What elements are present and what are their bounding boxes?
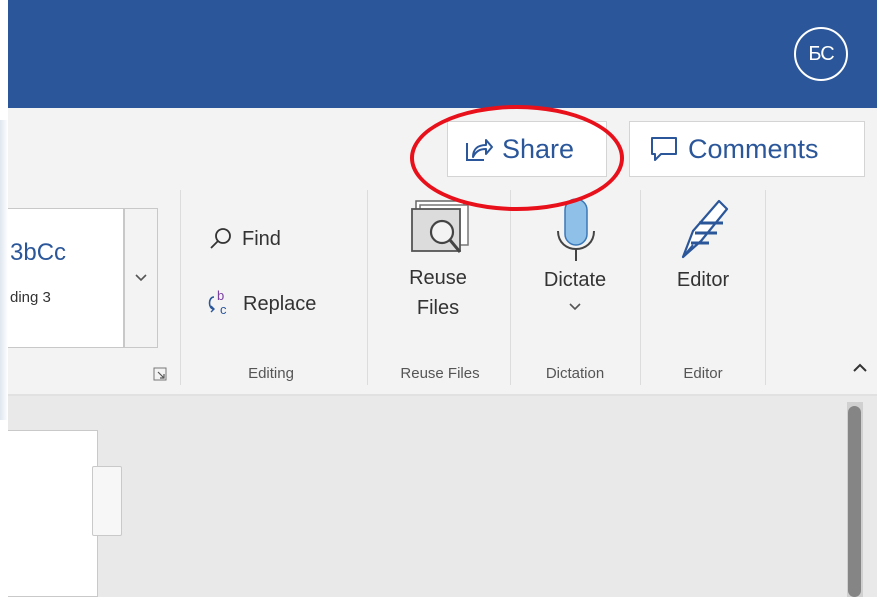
style-sample-text: 3bCc bbox=[10, 239, 67, 266]
styles-gallery-item[interactable]: 3bCc ding 3 bbox=[8, 208, 124, 348]
editor-label: Editor bbox=[676, 269, 730, 291]
screenshot-edge-shade bbox=[0, 120, 8, 420]
scrollbar-thumb[interactable] bbox=[848, 406, 861, 597]
style-name: ding 3 bbox=[10, 289, 51, 306]
reuse-files-button[interactable]: Reuse Files bbox=[383, 195, 493, 323]
document-page[interactable] bbox=[8, 430, 98, 597]
group-separator bbox=[180, 190, 181, 385]
svg-text:c: c bbox=[220, 302, 227, 317]
group-label-dictation: Dictation bbox=[545, 365, 605, 382]
group-label-editing: Editing bbox=[248, 365, 294, 382]
comments-button[interactable]: Comments bbox=[629, 121, 865, 177]
microphone-icon bbox=[557, 198, 595, 261]
replace-icon: b c bbox=[208, 289, 227, 317]
comments-label: Comments bbox=[688, 133, 819, 164]
search-icon bbox=[210, 228, 231, 249]
document-canvas bbox=[0, 396, 877, 597]
group-separator bbox=[367, 190, 368, 385]
share-label: Share bbox=[502, 133, 575, 164]
title-bar: БС bbox=[0, 0, 877, 108]
dictate-label: Dictate bbox=[543, 269, 607, 291]
group-label-reuse-files: Reuse Files bbox=[400, 365, 480, 382]
editor-pen-icon bbox=[681, 199, 729, 259]
replace-button[interactable]: b c Replace bbox=[205, 289, 316, 319]
account-avatar[interactable]: БС bbox=[794, 27, 848, 81]
find-button[interactable]: Find bbox=[208, 226, 281, 252]
share-icon bbox=[466, 139, 493, 161]
chevron-down-icon bbox=[135, 274, 147, 282]
reuse-files-label-line1: Reuse bbox=[409, 267, 467, 289]
reuse-files-icon bbox=[411, 200, 469, 253]
group-separator bbox=[510, 190, 511, 385]
comment-icon bbox=[651, 137, 677, 161]
dialog-launcher-icon[interactable] bbox=[153, 367, 167, 381]
dictate-button[interactable]: Dictate bbox=[520, 195, 630, 311]
chevron-up-icon[interactable] bbox=[850, 358, 870, 378]
page-tab bbox=[92, 466, 122, 536]
editor-button[interactable]: Editor bbox=[648, 195, 758, 295]
chevron-down-icon bbox=[569, 303, 581, 311]
find-label: Find bbox=[242, 227, 281, 250]
share-button[interactable]: Share bbox=[447, 121, 607, 177]
group-label-editor: Editor bbox=[683, 365, 723, 382]
svg-text:b: b bbox=[217, 289, 224, 303]
styles-more-button[interactable] bbox=[124, 208, 158, 348]
group-separator bbox=[765, 190, 766, 385]
replace-label: Replace bbox=[243, 292, 317, 315]
reuse-files-label-line2: Files bbox=[416, 297, 460, 319]
group-separator bbox=[640, 190, 641, 385]
